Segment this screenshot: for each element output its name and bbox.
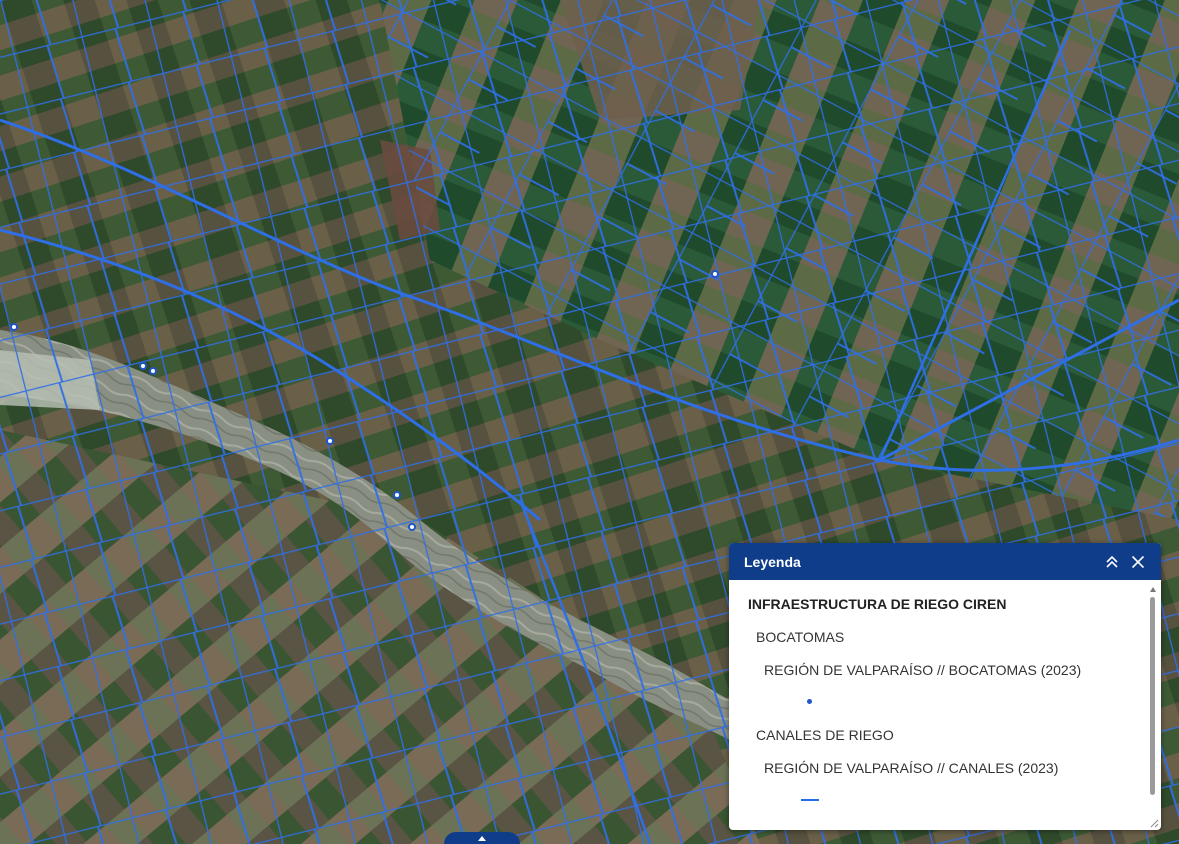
legend-section-bocatomas: BOCATOMAS <box>756 629 845 645</box>
legend-layer-bocatomas: REGIÓN DE VALPARAÍSO // BOCATOMAS (2023) <box>764 662 1082 678</box>
resize-grip-icon[interactable] <box>1149 818 1159 828</box>
legend-group-title: INFRAESTRUCTURA DE RIEGO CIREN <box>748 596 1007 612</box>
map-view[interactable]: Leyenda INFRAESTRUCTURA DE RIEGO CIREN B… <box>0 0 1179 844</box>
collapse-legend-button[interactable] <box>1099 543 1125 580</box>
close-icon <box>1131 555 1145 568</box>
legend-panel: Leyenda INFRAESTRUCTURA DE RIEGO CIREN B… <box>729 543 1161 830</box>
legend-section-canales: CANALES DE RIEGO <box>756 727 894 743</box>
double-chevron-up-icon <box>1106 555 1118 568</box>
legend-scrollbar[interactable] <box>1150 597 1155 795</box>
close-legend-button[interactable] <box>1125 543 1151 580</box>
scroll-up-arrow[interactable] <box>1150 587 1156 592</box>
point-symbol <box>807 699 812 704</box>
legend-header: Leyenda <box>729 543 1161 580</box>
chevron-up-icon <box>478 836 486 841</box>
legend-layer-canales: REGIÓN DE VALPARAÍSO // CANALES (2023) <box>764 760 1059 776</box>
legend-symbol-row <box>788 791 1161 809</box>
bottom-panel-toggle[interactable] <box>444 832 520 844</box>
line-symbol <box>801 799 819 801</box>
legend-symbol-row <box>788 693 1161 711</box>
legend-title: Leyenda <box>744 553 801 570</box>
legend-body: INFRAESTRUCTURA DE RIEGO CIREN BOCATOMAS… <box>729 580 1161 830</box>
